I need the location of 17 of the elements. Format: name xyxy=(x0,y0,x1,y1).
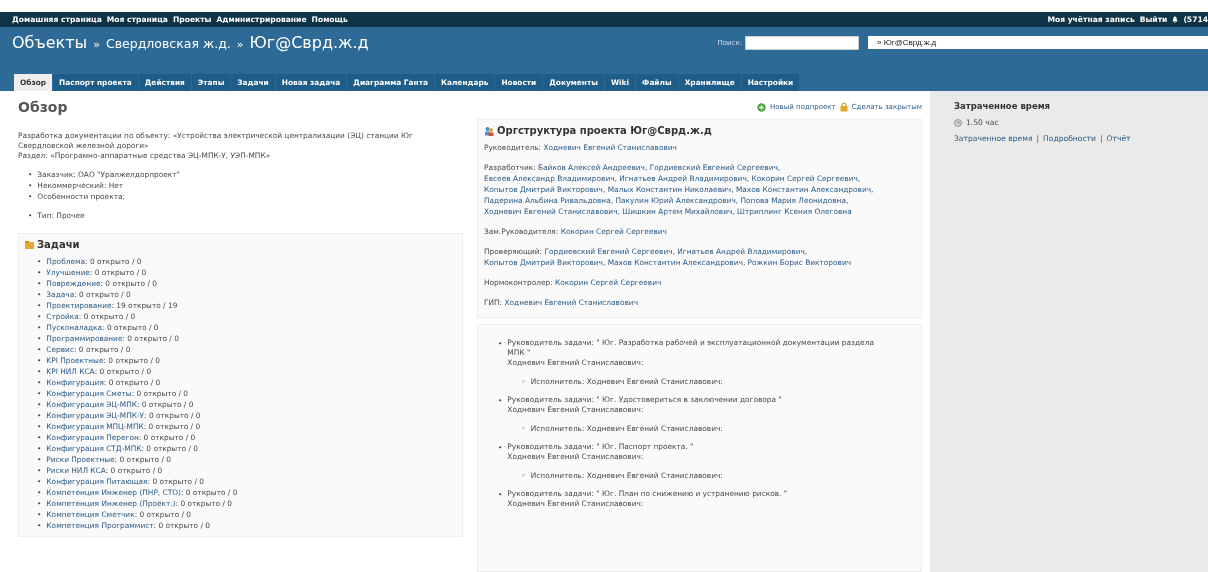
search-field[interactable] xyxy=(745,35,859,50)
breadcrumb-link[interactable]: Объекты xyxy=(12,33,88,52)
clock-icon xyxy=(954,118,962,127)
project-select[interactable]: » Юг@Сврд.ж.д xyxy=(868,36,1208,49)
people-icon xyxy=(484,125,494,136)
folder-icon xyxy=(25,240,34,249)
breadcrumb-separator: » xyxy=(236,38,244,51)
breadcrumb-separator: » xyxy=(93,38,100,51)
bell-icon[interactable] xyxy=(1172,16,1179,23)
org-structure-title: Оргструктура проекта Юг@Сврд.ж.д xyxy=(497,125,712,136)
breadcrumb-link[interactable]: Свердловская ж.д. xyxy=(105,36,231,51)
issues-title: Задачи xyxy=(37,239,80,250)
plus-icon xyxy=(757,102,767,112)
page-title: Обзор xyxy=(18,99,68,115)
sidebar-title: Затраченное время xyxy=(954,101,1052,111)
lock-icon xyxy=(839,102,848,112)
breadcrumb-link[interactable]: Юг@Сврд.ж.д xyxy=(249,33,369,52)
